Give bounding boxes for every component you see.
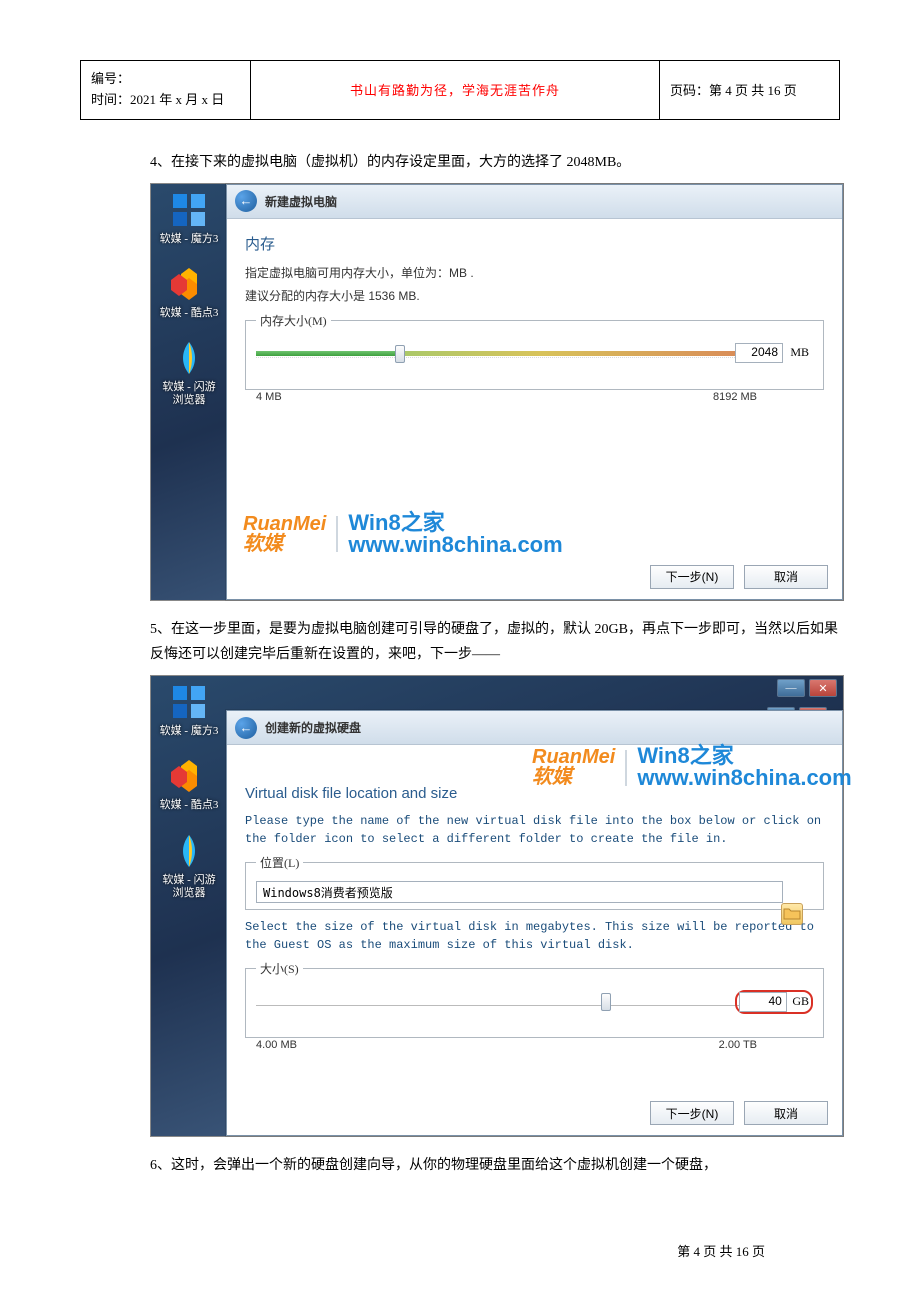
desktop-icon-label: 软媒 - 闪游浏览器 (157, 874, 221, 900)
cancel-button[interactable]: 取消 (744, 565, 828, 589)
desktop-icon-kudian[interactable]: 软媒 - 酷点3 (157, 264, 221, 320)
watermark-ruanmei: RuanMei (532, 747, 615, 767)
disk-instruction-2: Select the size of the virtual disk in m… (245, 918, 824, 954)
scale-min: 4 MB (256, 391, 282, 403)
dialog-nav: ← 新建虚拟电脑 (227, 185, 842, 219)
header-motto: 书山有路勤为径，学海无涯苦作舟 (251, 61, 660, 120)
desktop-icon-label: 软媒 - 酷点3 (157, 307, 221, 320)
next-button[interactable]: 下一步(N) (650, 565, 734, 589)
memory-legend: 内存大小(M) (256, 312, 331, 329)
size-fieldset: 大小(S) 40 GB 4.00 MB 2.00 TB (245, 960, 824, 1038)
paragraph-5: 5、在这一步里面，是要为虚拟电脑创建可引导的硬盘了，虚拟的，默认 20GB，再点… (150, 617, 840, 667)
header-page-label: 页码：第 4 页 共 16 页 (660, 61, 840, 120)
screenshot-memory-dialog: 软媒 - 魔方3 软媒 - 酷点3 软媒 - 闪游浏览器 — ✕ ← 新建虚拟电… (150, 183, 844, 601)
disk-location-input[interactable] (256, 881, 783, 903)
location-fieldset: 位置(L) (245, 854, 824, 910)
desktop-icons: 软媒 - 魔方3 软媒 - 酷点3 软媒 - 闪游浏览器 (157, 190, 221, 408)
desktop-icon-label: 软媒 - 魔方3 (157, 725, 221, 738)
desktop-icon-mofang[interactable]: 软媒 - 魔方3 (157, 682, 221, 738)
disk-size-unit: GB (792, 994, 809, 1009)
scale-min: 4.00 MB (256, 1039, 297, 1051)
slider-thumb[interactable] (395, 345, 405, 363)
watermark-url: www.win8china.com (348, 532, 562, 557)
watermark-ruanmei: RuanMei (243, 514, 326, 534)
desktop-icons: 软媒 - 魔方3 软媒 - 酷点3 软媒 - 闪游浏览器 (157, 682, 221, 900)
memory-fieldset: 内存大小(M) 2048 MB 4 MB 8192 MB (245, 312, 824, 390)
dialog-buttons: 下一步(N) 取消 (650, 565, 828, 589)
desktop-icon-label: 软媒 - 酷点3 (157, 799, 221, 812)
header-left: 编号： 时间：2021 年 x 月 x 日 (81, 61, 251, 120)
paragraph-6: 6、这时，会弹出一个新的硬盘创建向导，从你的物理硬盘里面给这个虚拟机创建一个硬盘… (150, 1153, 840, 1178)
location-legend: 位置(L) (256, 854, 303, 871)
memory-slider[interactable]: 2048 MB (256, 343, 813, 367)
scale-max: 2.00 TB (719, 1039, 757, 1051)
next-button[interactable]: 下一步(N) (650, 1101, 734, 1125)
dialog-title: 创建新的虚拟硬盘 (265, 719, 361, 736)
desktop-icon-mofang[interactable]: 软媒 - 魔方3 (157, 190, 221, 246)
back-button[interactable]: ← (235, 190, 257, 212)
watermark: RuanMei 软媒 Win8之家 www.win8china.com (532, 745, 852, 790)
slider-track-green (256, 351, 395, 356)
desktop-icon-kudian[interactable]: 软媒 - 酷点3 (157, 756, 221, 812)
instruction-line-2: 建议分配的内存大小是 1536 MB. (245, 287, 824, 306)
browse-folder-button[interactable] (781, 903, 803, 925)
desktop-icon-label: 软媒 - 魔方3 (157, 233, 221, 246)
screenshot-disk-dialog: 软媒 - 魔方3 软媒 - 酷点3 软媒 - 闪游浏览器 — ✕ — ✕ ← (150, 675, 844, 1137)
window-controls-outer: — ✕ (777, 679, 837, 697)
create-disk-dialog: ← 创建新的虚拟硬盘 RuanMei 软媒 Win8之家 www.win8chi… (226, 710, 843, 1136)
header-number-label: 编号： (91, 71, 130, 86)
paragraph-4: 4、在接下来的虚拟电脑（虚拟机）的内存设定里面，大方的选择了 2048MB。 (150, 150, 840, 175)
dialog-buttons: 下一步(N) 取消 (650, 1101, 828, 1125)
slider-ticks (256, 357, 757, 358)
memory-value-input[interactable]: 2048 (735, 343, 783, 363)
watermark-separator (336, 516, 338, 552)
slider-thumb[interactable] (601, 993, 611, 1011)
footer-page-number: 第 4 页 共 16 页 (677, 1241, 765, 1260)
back-arrow-icon: ← (240, 193, 253, 209)
size-legend: 大小(S) (256, 960, 303, 977)
memory-section-title: 内存 (245, 233, 842, 254)
watermark-separator (625, 750, 627, 786)
watermark-ruanmei-sub: 软媒 (532, 766, 572, 788)
close-button[interactable]: ✕ (809, 679, 837, 697)
watermark-win8: Win8之家 (637, 745, 851, 767)
dialog-nav: ← 创建新的虚拟硬盘 (227, 711, 842, 745)
watermark: RuanMei 软媒 Win8之家 www.win8china.com (243, 512, 563, 557)
dialog-title: 新建虚拟电脑 (265, 193, 337, 210)
watermark-win8: Win8之家 (348, 512, 562, 534)
back-arrow-icon: ← (240, 720, 253, 736)
header-table: 编号： 时间：2021 年 x 月 x 日 书山有路勤为径，学海无涯苦作舟 页码… (80, 60, 840, 120)
desktop-icon-browser[interactable]: 软媒 - 闪游浏览器 (157, 831, 221, 900)
watermark-ruanmei-sub: 软媒 (243, 533, 283, 555)
disk-size-input[interactable]: 40 (739, 992, 787, 1012)
desktop-icon-browser[interactable]: 软媒 - 闪游浏览器 (157, 338, 221, 407)
cancel-button[interactable]: 取消 (744, 1101, 828, 1125)
instruction-line-1: 指定虚拟电脑可用内存大小，单位为：MB . (245, 264, 824, 283)
new-vm-dialog: ← 新建虚拟电脑 内存 指定虚拟电脑可用内存大小，单位为：MB . 建议分配的内… (226, 184, 843, 600)
header-date-label: 时间：2021 年 x 月 x 日 (91, 92, 224, 107)
desktop-icon-label: 软媒 - 闪游浏览器 (157, 381, 221, 407)
minimize-button[interactable]: — (777, 679, 805, 697)
slider-ticks (256, 1005, 757, 1006)
slider-track-warn (395, 351, 757, 356)
scale-max: 8192 MB (713, 391, 757, 403)
back-button[interactable]: ← (235, 717, 257, 739)
memory-unit: MB (790, 345, 809, 360)
watermark-url: www.win8china.com (637, 765, 851, 790)
disk-instruction-1: Please type the name of the new virtual … (245, 812, 824, 848)
size-slider[interactable]: 40 GB (256, 991, 813, 1015)
folder-icon (782, 904, 802, 924)
